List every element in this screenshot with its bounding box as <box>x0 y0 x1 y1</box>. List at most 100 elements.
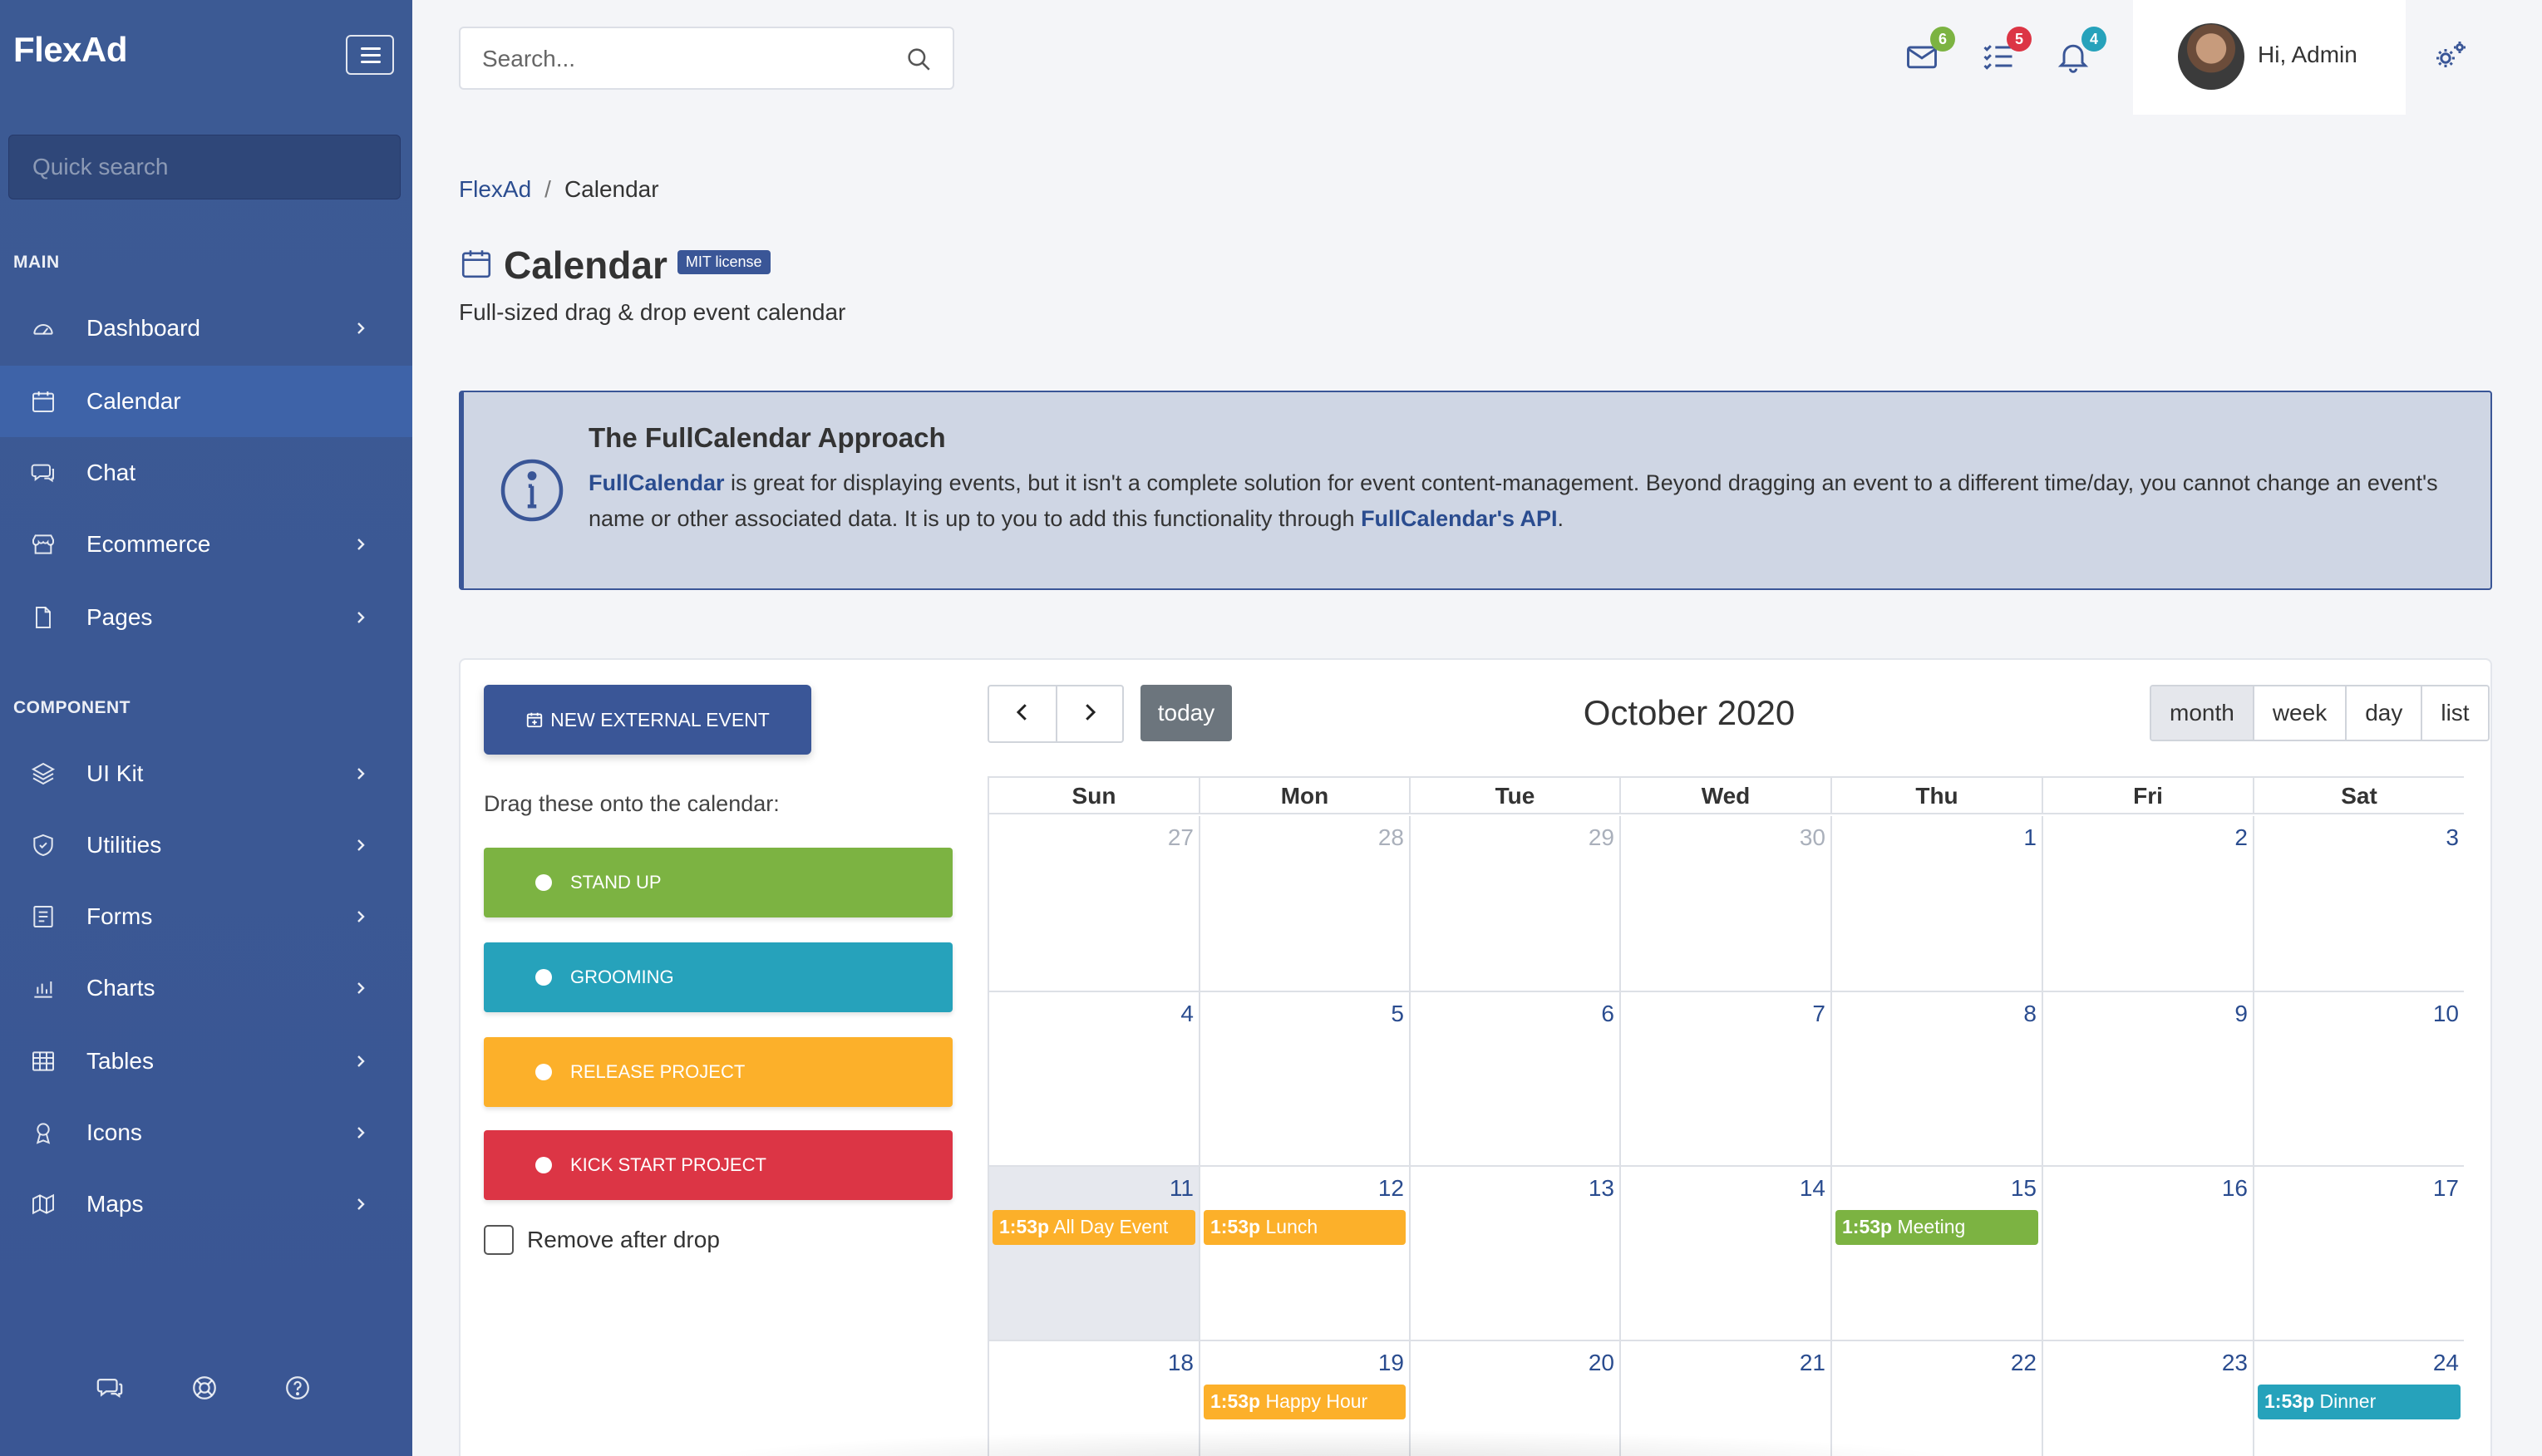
day-cell[interactable]: 6 <box>1411 992 1621 1167</box>
day-number[interactable]: 23 <box>2222 1350 2248 1376</box>
search-field[interactable] <box>459 27 954 90</box>
day-cell[interactable]: 11 1:53p All Day Event <box>989 1167 1200 1341</box>
day-number[interactable]: 16 <box>2222 1175 2248 1202</box>
day-cell[interactable]: 2 <box>2043 816 2254 992</box>
day-cell[interactable]: 14 <box>1621 1167 1832 1341</box>
mail-button[interactable]: 6 <box>1900 27 1955 80</box>
calendar-event[interactable]: 1:53p Lunch <box>1204 1210 1406 1245</box>
calendar-event[interactable]: 1:53p Meeting <box>1835 1210 2038 1245</box>
day-cell[interactable]: 8 <box>1832 992 2043 1167</box>
sidebar-item-pages[interactable]: Pages <box>0 582 412 653</box>
sidebar-item-icons[interactable]: Icons <box>0 1097 412 1168</box>
day-number[interactable]: 1 <box>2023 824 2037 851</box>
lifebuoy-icon[interactable] <box>190 1373 219 1403</box>
external-event-stand-up[interactable]: STAND UP <box>484 848 953 917</box>
tasks-button[interactable]: 5 <box>1977 27 2032 80</box>
day-number[interactable]: 17 <box>2433 1175 2459 1202</box>
help-icon[interactable] <box>283 1373 313 1403</box>
day-cell[interactable]: 7 <box>1621 992 1832 1167</box>
day-number[interactable]: 21 <box>1800 1350 1825 1376</box>
prev-month-button[interactable] <box>989 686 1056 741</box>
day-number[interactable]: 29 <box>1589 824 1614 851</box>
day-cell[interactable]: 5 <box>1200 992 1411 1167</box>
day-number[interactable]: 18 <box>1168 1350 1194 1376</box>
calendar-event[interactable]: 1:53p All Day Event <box>993 1210 1195 1245</box>
day-number[interactable]: 8 <box>2023 1001 2037 1027</box>
day-number[interactable]: 6 <box>1601 1001 1614 1027</box>
sidebar-item-utilities[interactable]: Utilities <box>0 809 412 881</box>
day-cell[interactable]: 3 <box>2254 816 2464 992</box>
notifications-button[interactable]: 4 <box>2052 27 2106 80</box>
remove-after-drop-checkbox[interactable] <box>484 1225 514 1255</box>
remove-after-drop[interactable]: Remove after drop <box>484 1225 720 1255</box>
user-greeting[interactable]: Hi, Admin <box>2258 42 2357 68</box>
fullcalendar-api-link[interactable]: FullCalendar's API <box>1361 506 1557 531</box>
breadcrumb-root-link[interactable]: FlexAd <box>459 176 531 202</box>
hamburger-icon[interactable] <box>346 35 394 75</box>
sidebar-item-tables[interactable]: Tables <box>0 1026 412 1097</box>
day-number[interactable]: 11 <box>1170 1175 1194 1202</box>
new-external-event-button[interactable]: NEW EXTERNAL EVENT <box>484 685 811 755</box>
chat-icon[interactable] <box>95 1373 125 1403</box>
day-cell[interactable]: 1 <box>1832 816 2043 992</box>
day-number[interactable]: 22 <box>2011 1350 2037 1376</box>
sidebar-item-charts[interactable]: Charts <box>0 952 412 1024</box>
day-cell[interactable]: 30 <box>1621 816 1832 992</box>
external-event-release-project[interactable]: RELEASE PROJECT <box>484 1037 953 1107</box>
quick-search-field[interactable] <box>8 135 401 199</box>
day-cell[interactable]: 16 <box>2043 1167 2254 1341</box>
day-number[interactable]: 24 <box>2433 1350 2459 1376</box>
day-cell[interactable]: 10 <box>2254 992 2464 1167</box>
day-number[interactable]: 27 <box>1168 824 1194 851</box>
sidebar-item-calendar[interactable]: Calendar <box>0 366 412 437</box>
day-cell[interactable]: 29 <box>1411 816 1621 992</box>
calendar-event[interactable]: 1:53p Dinner <box>2258 1385 2461 1419</box>
quick-search-input[interactable] <box>32 154 377 180</box>
day-cell[interactable]: 9 <box>2043 992 2254 1167</box>
day-cell[interactable]: 4 <box>989 992 1200 1167</box>
day-cell[interactable]: 13 <box>1411 1167 1621 1341</box>
view-list-button[interactable]: list <box>2421 686 2488 740</box>
fullcalendar-link[interactable]: FullCalendar <box>589 470 725 495</box>
day-number[interactable]: 10 <box>2433 1001 2459 1027</box>
sidebar-item-ui-kit[interactable]: UI Kit <box>0 738 412 809</box>
search-input[interactable] <box>482 43 881 75</box>
day-number[interactable]: 13 <box>1589 1175 1614 1202</box>
day-number[interactable]: 19 <box>1378 1350 1404 1376</box>
next-month-button[interactable] <box>1056 686 1122 741</box>
day-number[interactable]: 5 <box>1391 1001 1404 1027</box>
day-number[interactable]: 28 <box>1378 824 1404 851</box>
search-icon[interactable] <box>904 45 934 75</box>
day-number[interactable]: 12 <box>1378 1175 1404 1202</box>
day-number[interactable]: 30 <box>1800 824 1825 851</box>
day-cell[interactable]: 12 1:53p Lunch <box>1200 1167 1411 1341</box>
day-number[interactable]: 14 <box>1800 1175 1825 1202</box>
day-number[interactable]: 15 <box>2011 1175 2037 1202</box>
user-menu[interactable]: Hi, Admin <box>2133 0 2406 115</box>
external-event-kick-start-project[interactable]: KICK START PROJECT <box>484 1130 953 1200</box>
external-event-grooming[interactable]: GROOMING <box>484 942 953 1012</box>
day-cell[interactable]: 15 1:53p Meeting <box>1832 1167 2043 1341</box>
day-number[interactable]: 7 <box>1812 1001 1825 1027</box>
day-number[interactable]: 4 <box>1180 1001 1194 1027</box>
day-cell[interactable]: 17 <box>2254 1167 2464 1341</box>
day-number[interactable]: 9 <box>2234 1001 2248 1027</box>
sidebar-item-chat[interactable]: Chat <box>0 437 412 509</box>
day-cell[interactable]: 24 1:53p Dinner <box>2254 1341 2464 1456</box>
day-number[interactable]: 20 <box>1589 1350 1614 1376</box>
sidebar-item-dashboard[interactable]: Dashboard <box>0 293 412 364</box>
settings-button[interactable] <box>2427 35 2474 81</box>
day-cell[interactable]: 28 <box>1200 816 1411 992</box>
view-day-button[interactable]: day <box>2345 686 2421 740</box>
brand-logo[interactable]: FlexAd <box>13 30 128 70</box>
day-number[interactable]: 2 <box>2234 824 2248 851</box>
sidebar-item-forms[interactable]: Forms <box>0 881 412 952</box>
view-week-button[interactable]: week <box>2252 686 2346 740</box>
avatar[interactable] <box>2178 23 2244 90</box>
day-cell[interactable]: 27 <box>989 816 1200 992</box>
calendar-event[interactable]: 1:53p Happy Hour <box>1204 1385 1406 1419</box>
sidebar-item-maps[interactable]: Maps <box>0 1168 412 1240</box>
today-button[interactable]: today <box>1140 685 1232 741</box>
view-month-button[interactable]: month <box>2151 686 2253 740</box>
sidebar-item-ecommerce[interactable]: Ecommerce <box>0 509 412 580</box>
